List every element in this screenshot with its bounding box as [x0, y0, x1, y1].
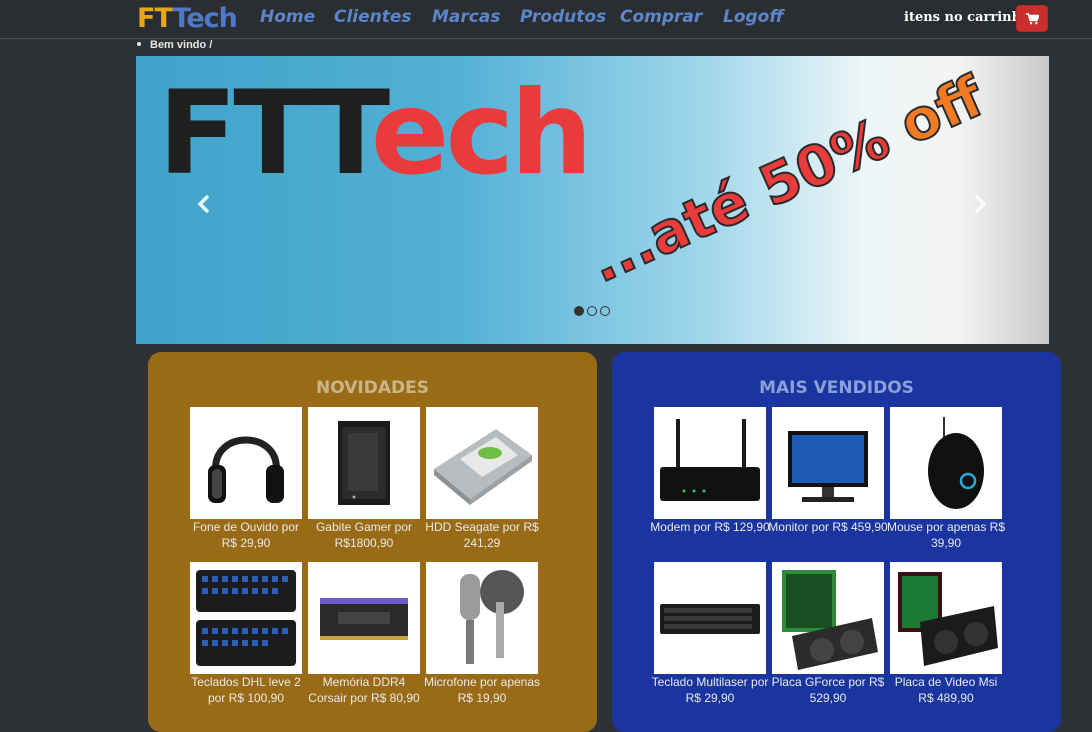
- product-caption[interactable]: Microfone por apenas R$ 19,90: [422, 674, 542, 706]
- cart-label[interactable]: itens no carrinho: [904, 9, 1030, 27]
- carousel-hero-part3: ech: [370, 66, 593, 201]
- router-icon: [660, 419, 760, 501]
- carousel-prev-button[interactable]: [194, 193, 216, 215]
- product-image[interactable]: [654, 562, 766, 674]
- brand-logo-part1: FT: [137, 3, 173, 34]
- product-caption[interactable]: Teclado Multilaser por R$ 29,90: [650, 674, 770, 706]
- carousel-hero-part1: FT: [158, 66, 315, 201]
- product-image[interactable]: [890, 407, 1002, 519]
- nav-home[interactable]: Home: [260, 5, 315, 29]
- novidades-panel: NOVIDADES Fone de Ouvido por R$ 29,90 Ga…: [148, 352, 597, 732]
- shopping-cart-icon: [1026, 13, 1039, 25]
- headphones-icon: [208, 436, 284, 503]
- carousel-hero-t: T: [311, 66, 375, 201]
- brand-logo-part2: Tech: [172, 3, 237, 34]
- keyboard-icon: [660, 604, 760, 634]
- product-image[interactable]: [654, 407, 766, 519]
- microphone-icon: [460, 570, 524, 664]
- breadcrumb: Bem vindo /: [137, 38, 212, 54]
- product-image[interactable]: [190, 562, 302, 674]
- product-caption[interactable]: HDD Seagate por R$ 241,29: [422, 519, 542, 551]
- nav-produtos[interactable]: Produtos: [520, 5, 606, 29]
- promo-carousel[interactable]: FTTech ...até 50% off: [136, 56, 1049, 344]
- product-caption[interactable]: Memória DDR4 Corsair por R$ 80,90: [304, 674, 424, 706]
- bullet-icon: [137, 42, 141, 47]
- panel-title: MAIS VENDIDOS: [759, 378, 914, 398]
- gpu-icon: [782, 570, 878, 670]
- carousel-next-button[interactable]: [968, 193, 990, 215]
- chevron-right-icon: [974, 194, 987, 214]
- product-caption[interactable]: Monitor por R$ 459,90: [768, 519, 888, 535]
- promo-part1: ...até: [579, 160, 777, 297]
- nav-comprar[interactable]: Comprar: [620, 5, 702, 29]
- product-caption[interactable]: Gabite Gamer por R$1800,90: [304, 519, 424, 551]
- ram-icon: [320, 598, 408, 640]
- product-image[interactable]: [772, 407, 884, 519]
- top-navbar: FTTech Home Clientes Marcas Produtos Com…: [0, 0, 1092, 39]
- cart-button[interactable]: [1016, 5, 1048, 32]
- carousel-indicator[interactable]: [587, 306, 597, 316]
- breadcrumb-text: Bem vindo /: [150, 39, 213, 51]
- pc-case-icon: [338, 421, 390, 505]
- mouse-icon: [928, 417, 984, 509]
- mais-vendidos-panel: MAIS VENDIDOS Modem por R$ 129,90 Monito…: [612, 352, 1061, 732]
- carousel-promo-text: ...até 50% off: [579, 63, 994, 297]
- carousel-indicator[interactable]: [600, 306, 610, 316]
- nav-logoff[interactable]: Logoff: [723, 5, 784, 29]
- product-image[interactable]: [426, 562, 538, 674]
- brand-logo[interactable]: FTTech: [137, 3, 238, 35]
- product-image[interactable]: [772, 562, 884, 674]
- promo-part2: 50%: [749, 105, 900, 221]
- gpu-msi-icon: [898, 572, 998, 666]
- carousel-indicator[interactable]: [574, 306, 584, 316]
- product-image[interactable]: [190, 407, 302, 519]
- product-image[interactable]: [890, 562, 1002, 674]
- chevron-left-icon: [197, 194, 210, 214]
- product-caption[interactable]: Mouse por apenas R$ 39,90: [886, 519, 1006, 551]
- panel-title: NOVIDADES: [316, 378, 429, 398]
- product-caption[interactable]: Fone de Ouvido por R$ 29,90: [186, 519, 306, 551]
- product-caption[interactable]: Modem por R$ 129,90: [650, 519, 770, 535]
- hard-drive-icon: [434, 429, 532, 505]
- product-caption[interactable]: Placa de Video Msi R$ 489,90: [886, 674, 1006, 706]
- nav-clientes[interactable]: Clientes: [334, 5, 412, 29]
- carousel-hero-logo: FTTech: [158, 66, 593, 201]
- keyboards-icon: [196, 570, 296, 666]
- product-image[interactable]: [308, 562, 420, 674]
- monitor-icon: [788, 431, 868, 502]
- nav-marcas[interactable]: Marcas: [432, 5, 500, 29]
- product-caption[interactable]: Placa GForce por R$ 529,90: [768, 674, 888, 706]
- product-caption[interactable]: Teclados DHL leve 2 por R$ 100,90: [186, 674, 306, 706]
- product-image[interactable]: [426, 407, 538, 519]
- product-image[interactable]: [308, 407, 420, 519]
